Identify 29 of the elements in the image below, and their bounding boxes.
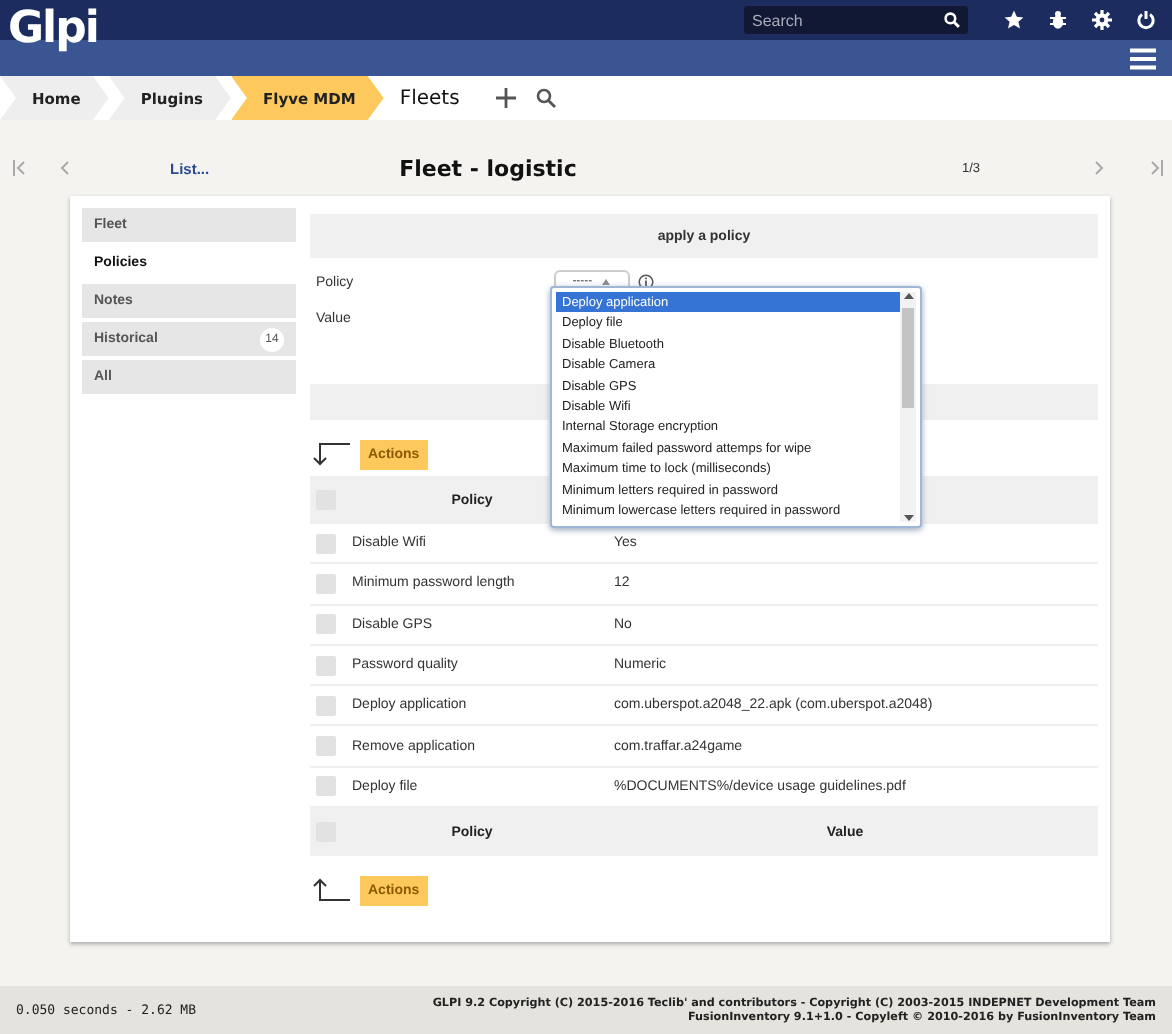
arrow-up-icon bbox=[310, 878, 350, 903]
chevron-left-icon[interactable] bbox=[58, 160, 72, 176]
bug-icon[interactable] bbox=[1048, 10, 1068, 30]
row-checkbox[interactable] bbox=[316, 655, 336, 676]
menu-icon[interactable] bbox=[1130, 48, 1156, 70]
row-checkbox[interactable] bbox=[316, 736, 336, 757]
row-checkbox[interactable] bbox=[316, 776, 336, 797]
search-icon[interactable] bbox=[944, 12, 960, 28]
first-page-icon[interactable] bbox=[12, 160, 26, 176]
scrollbar[interactable] bbox=[900, 292, 916, 522]
row-checkbox[interactable] bbox=[316, 695, 336, 716]
power-icon[interactable] bbox=[1136, 10, 1156, 30]
logo[interactable]: Glpi bbox=[8, 4, 98, 54]
row-checkbox[interactable] bbox=[316, 573, 336, 594]
chevron-right-icon[interactable] bbox=[1092, 160, 1106, 176]
search-field[interactable]: Search bbox=[744, 6, 968, 34]
page-title: Fleets bbox=[399, 87, 460, 109]
record-title: Fleet - logistic bbox=[399, 155, 577, 181]
scroll-down-icon[interactable] bbox=[903, 514, 913, 522]
row-checkbox[interactable] bbox=[316, 533, 336, 554]
search-icon[interactable] bbox=[535, 88, 556, 108]
last-page-icon[interactable] bbox=[1150, 160, 1164, 176]
add-icon[interactable] bbox=[495, 88, 516, 108]
info-icon[interactable] bbox=[637, 274, 654, 290]
arrow-down-icon bbox=[310, 442, 350, 466]
star-icon[interactable] bbox=[1004, 10, 1024, 30]
row-checkbox[interactable] bbox=[316, 614, 336, 635]
settings-icon[interactable] bbox=[1092, 10, 1112, 30]
scroll-up-icon[interactable] bbox=[903, 292, 913, 300]
